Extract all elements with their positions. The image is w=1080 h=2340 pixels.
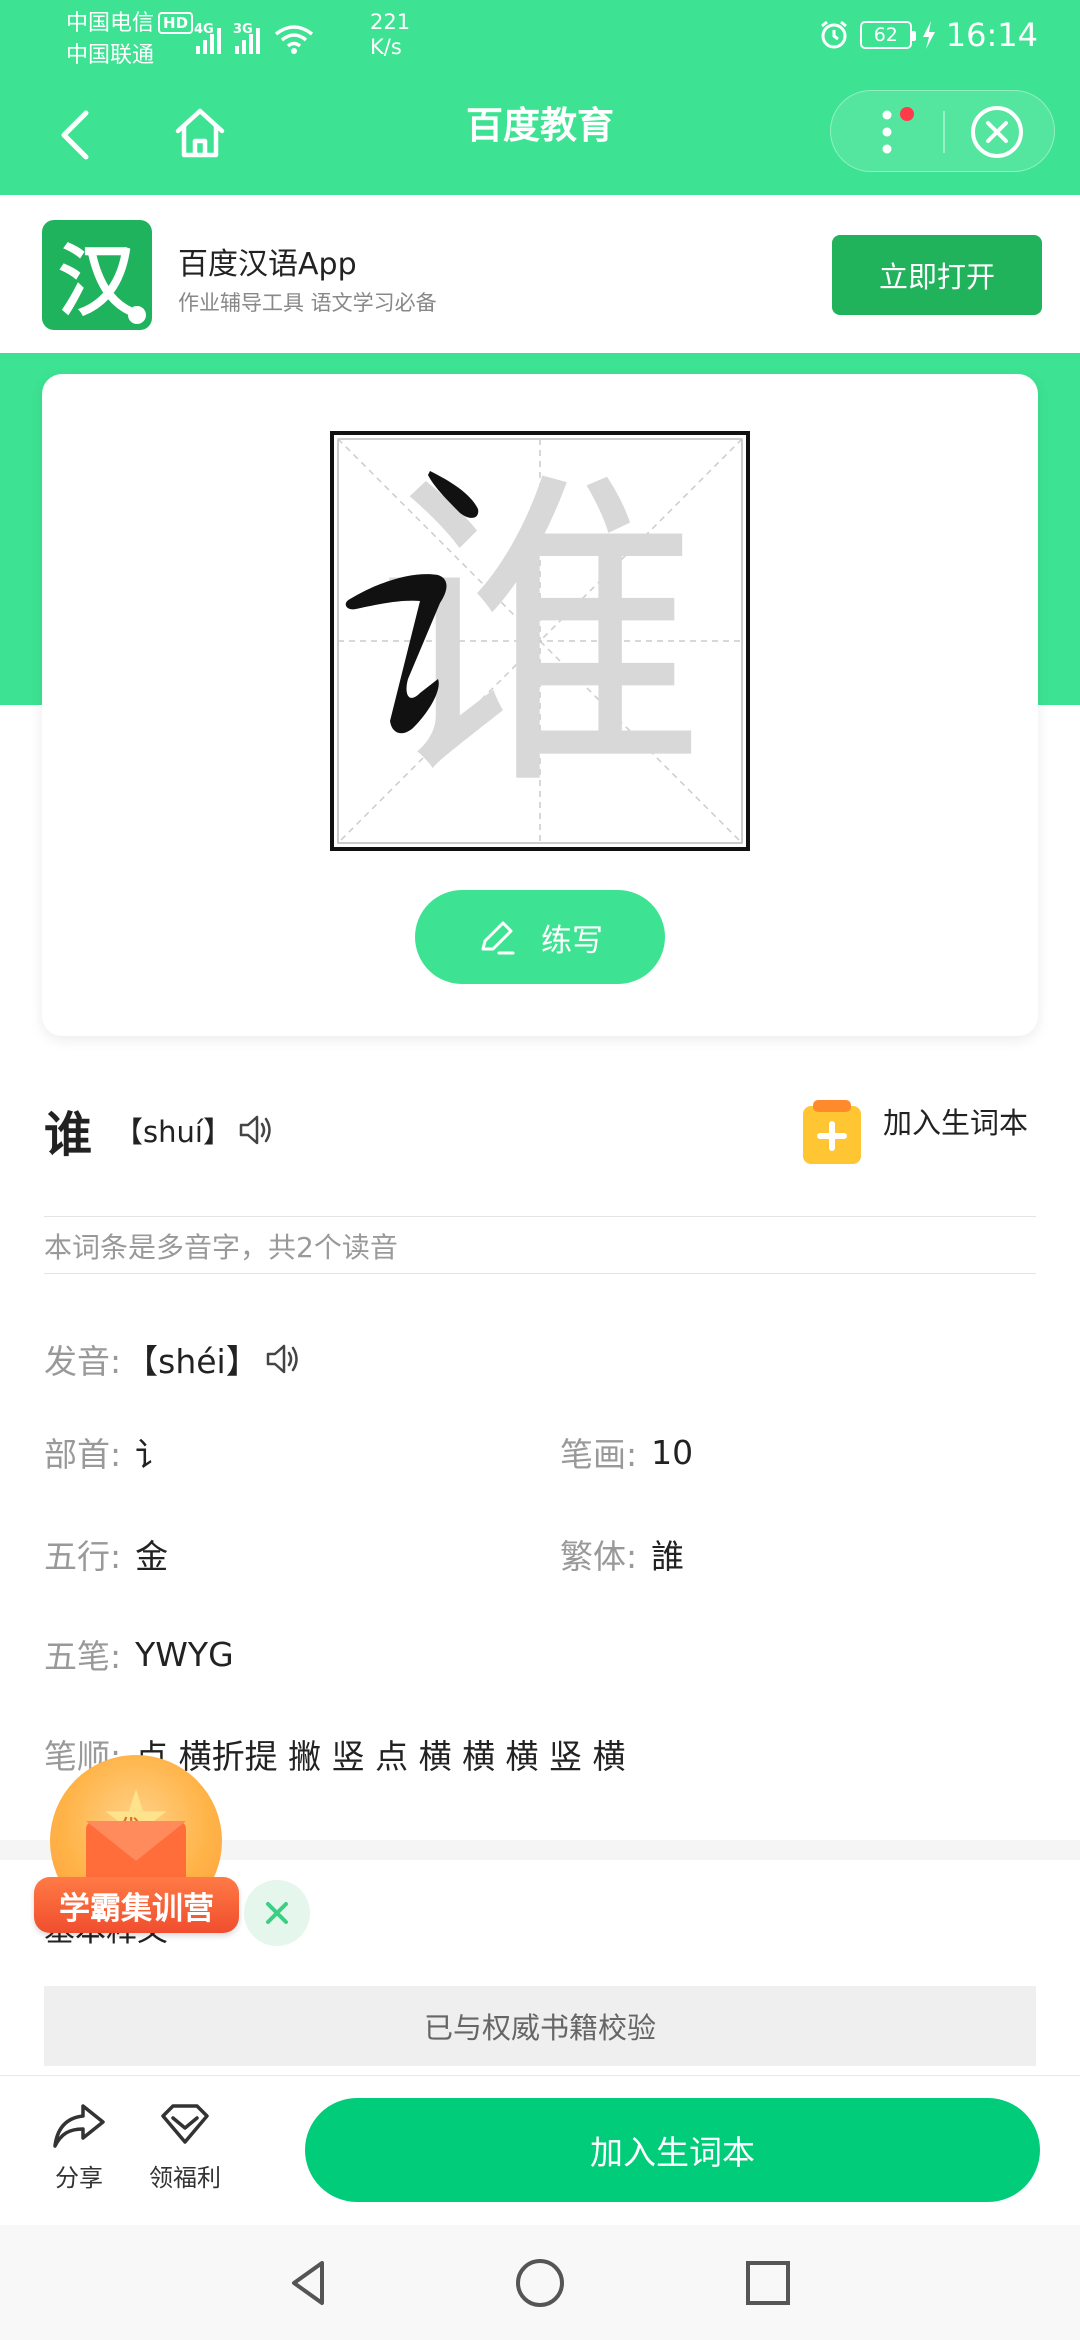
entry-character: 谁 (44, 1107, 93, 1163)
strokes-value: 10 (651, 1432, 694, 1472)
paw-icon (128, 306, 146, 324)
pron-value: 【shéi】 (125, 1342, 259, 1381)
chevron-left-icon (61, 110, 89, 160)
status-bar: 中国电信 HD 中国联通 4G 3G 221 K/s 62 16:14 (0, 0, 1080, 75)
circle-home-icon (516, 2259, 564, 2307)
app-name: 百度汉语App (178, 247, 357, 282)
benefit-label: 领福利 (149, 2164, 221, 2192)
wubi-row: 五笔: YWYG (44, 1630, 234, 1678)
status-right: 62 16:14 (818, 16, 1038, 54)
clipboard-plus-icon (803, 1100, 861, 1164)
signal-indicators: 4G 3G (194, 14, 314, 54)
strokes-label: 笔画: (560, 1435, 638, 1474)
square-recents-icon (746, 2261, 790, 2305)
battery-indicator: 62 (859, 21, 916, 49)
network-speed: 221 K/s (370, 10, 410, 60)
pronunciation-row: 发音: 【shéi】 (44, 1335, 303, 1383)
carrier-1: 中国电信 (66, 11, 155, 36)
wubi-value: YWYG (135, 1634, 234, 1674)
app-download-banner: 汉 百度汉语App 作业辅导工具 语文学习必备 立即打开 (0, 195, 1080, 353)
home-button[interactable] (170, 103, 230, 163)
speaker-icon[interactable] (265, 1342, 303, 1376)
promo-close-button[interactable] (244, 1880, 310, 1946)
open-app-button[interactable]: 立即打开 (832, 235, 1042, 315)
divider (44, 1216, 1036, 1217)
network-type-2: 3G (233, 22, 253, 37)
traditional-label: 繁体: (560, 1537, 638, 1576)
close-miniapp-button[interactable] (945, 91, 1056, 173)
nav-bar: 百度教育 (0, 75, 1080, 195)
alarm-icon (820, 20, 847, 49)
diamond-icon (161, 2104, 209, 2144)
practice-label: 练写 (541, 922, 603, 959)
character-writing-grid[interactable]: 谁 (330, 431, 750, 851)
mini-program-capsule (830, 90, 1055, 172)
speed-unit: K/s (370, 35, 402, 59)
notification-dot (900, 107, 914, 121)
wuxing-value: 金 (135, 1537, 169, 1576)
traditional-value: 誰 (651, 1537, 685, 1576)
wuxing-label: 五行: (44, 1537, 122, 1576)
add-to-vocab-label: 加入生词本 (883, 1106, 1029, 1140)
share-label: 分享 (55, 2164, 103, 2192)
system-recents-button[interactable] (738, 2253, 798, 2313)
radical-row: 部首: 讠 (44, 1428, 168, 1476)
speaker-icon[interactable] (238, 1113, 276, 1147)
pron-label: 发音: (44, 1342, 122, 1381)
character-heading: 谁 【shuí】 (44, 1095, 276, 1165)
close-circle-icon (971, 106, 1023, 158)
wubi-label: 五笔: (44, 1637, 122, 1676)
wuxing-row: 五行: 金 (44, 1530, 168, 1578)
speed-value: 221 (370, 10, 411, 34)
system-navigation-bar (0, 2225, 1080, 2340)
strokes-row: 笔画: 10 (560, 1428, 693, 1476)
charging-icon (922, 21, 935, 49)
pencil-icon (481, 921, 515, 955)
home-icon (175, 108, 225, 158)
back-button[interactable] (52, 105, 102, 165)
signal-icon: 3G (233, 22, 260, 54)
add-to-vocab-link[interactable]: 加入生词本 (803, 1096, 1028, 1164)
practice-writing-button[interactable]: 练写 (415, 890, 665, 984)
entry-pinyin: 【shuí】 (114, 1115, 232, 1149)
radical-label: 部首: (44, 1435, 122, 1474)
add-to-vocab-button[interactable]: 加入生词本 (305, 2098, 1040, 2202)
more-menu-button[interactable] (831, 91, 943, 173)
divider (44, 1273, 1036, 1274)
carrier-2: 中国联通 (66, 43, 155, 68)
wifi-icon (274, 25, 314, 54)
system-back-button[interactable] (280, 2253, 340, 2313)
verified-notice: 已与权威书籍校验 (44, 1986, 1036, 2066)
more-vertical-icon (882, 110, 892, 154)
bottom-action-bar: 分享 领福利 加入生词本 (0, 2075, 1080, 2225)
polyphone-note: 本词条是多音字，共2个读音 (44, 1231, 398, 1264)
close-icon (266, 1902, 288, 1924)
share-icon (53, 2104, 105, 2148)
share-button[interactable]: 分享 (34, 2100, 124, 2193)
system-home-button[interactable] (510, 2253, 570, 2313)
clock: 16:14 (945, 16, 1038, 54)
carrier-info: 中国电信 HD 中国联通 (66, 8, 194, 72)
promo-label: 学霸集训营 (34, 1877, 239, 1933)
triangle-back-icon (292, 2261, 324, 2305)
network-type-1: 4G (194, 22, 214, 37)
hd-badge: HD (158, 12, 194, 34)
signal-icon: 4G (194, 22, 221, 54)
app-logo-char: 汉 (57, 237, 136, 327)
writing-card: 谁 练写 (42, 374, 1038, 1036)
benefit-button[interactable]: 领福利 (140, 2100, 230, 2193)
app-description: 作业辅导工具 语文学习必备 (178, 291, 437, 315)
app-logo[interactable]: 汉 (42, 220, 152, 330)
traditional-row: 繁体: 誰 (560, 1530, 684, 1578)
radical-value: 讠 (135, 1435, 169, 1474)
promo-floating-badge[interactable]: 优 学霸集训营 (34, 1755, 244, 1945)
